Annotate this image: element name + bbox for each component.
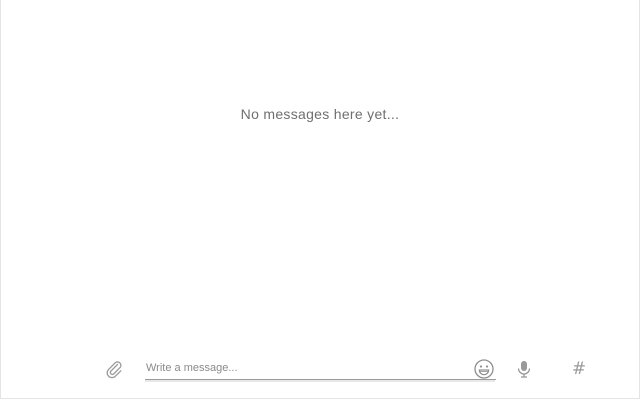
paperclip-icon [106, 361, 122, 379]
hashtag-icon: # [571, 358, 587, 379]
emoji-button[interactable] [471, 356, 497, 382]
attach-button[interactable] [101, 356, 127, 382]
voice-button[interactable] [511, 356, 537, 382]
microphone-icon [517, 361, 531, 378]
message-composer: # [1, 346, 639, 398]
smiley-icon [474, 359, 494, 379]
empty-messages-text: No messages here yet... [240, 106, 400, 122]
hashtag-button[interactable]: # [566, 356, 592, 382]
input-underline [145, 380, 495, 382]
messages-area: No messages here yet... [1, 0, 639, 345]
message-input[interactable] [145, 357, 496, 380]
chat-window: No messages here yet... Write a message.… [0, 0, 640, 399]
